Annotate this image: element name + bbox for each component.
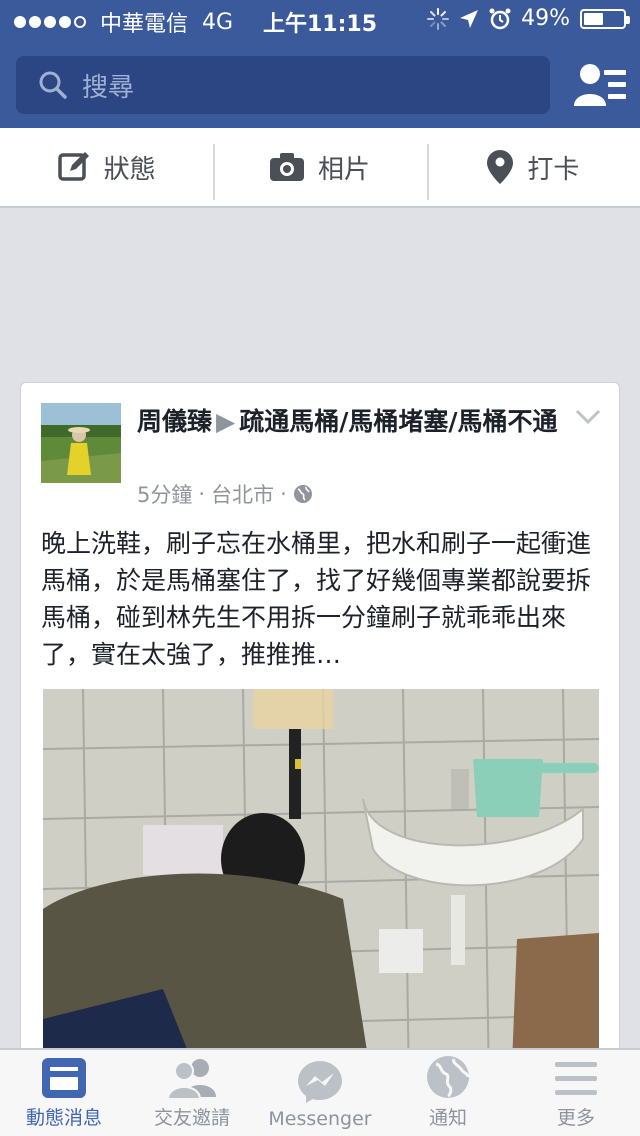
photo-button[interactable]: 相片 <box>213 128 426 206</box>
alarm-icon <box>489 8 511 29</box>
post-location[interactable]: 台北市 <box>211 479 274 509</box>
tab-label: 更多 <box>556 1107 595 1129</box>
composer-actions: 狀態 相片 打卡 <box>0 128 640 208</box>
friend-requests-icon <box>166 1059 216 1099</box>
tab-label: 通知 <box>428 1107 467 1129</box>
search-input[interactable]: 搜尋 <box>16 56 550 114</box>
shared-to-arrow-icon: ▶ <box>216 407 236 436</box>
tab-bar: 動態消息 交友邀請 Messenger 通知 更多 <box>0 1048 640 1136</box>
check-in-button[interactable]: 打卡 <box>426 128 640 206</box>
tab-label: 動態消息 <box>25 1107 102 1129</box>
target-page-name[interactable]: 疏通馬桶/馬桶堵塞/馬桶不通 <box>239 407 557 436</box>
status-bar: 中華電信 4G 上午11:15 49% <box>0 0 640 40</box>
compose-icon <box>57 152 89 181</box>
tab-notifications[interactable]: 通知 <box>384 1050 512 1136</box>
location-pin-icon <box>487 150 514 184</box>
tab-friend-requests[interactable]: 交友邀請 <box>128 1050 256 1136</box>
globe-icon <box>427 1056 470 1098</box>
battery-icon <box>580 8 630 29</box>
top-header: 中華電信 4G 上午11:15 49% 搜尋 <box>0 0 640 128</box>
friends-list-icon[interactable] <box>574 62 630 110</box>
status-button[interactable]: 狀態 <box>0 128 213 206</box>
tab-label: 交友邀請 <box>153 1107 230 1129</box>
avatar[interactable] <box>41 403 121 483</box>
chevron-down-icon[interactable] <box>575 409 601 425</box>
post-header: 周儀臻 ▶ 疏通馬桶/馬桶堵塞/馬桶不通 <box>137 403 567 441</box>
status-label: 狀態 <box>103 154 156 185</box>
photo-label: 相片 <box>317 154 370 185</box>
post-time[interactable]: 5分鐘 <box>137 479 192 509</box>
news-feed-icon <box>42 1058 86 1098</box>
camera-icon <box>269 153 304 181</box>
menu-icon <box>555 1062 597 1095</box>
globe-icon <box>293 485 312 503</box>
news-feed-post: 周儀臻 ▶ 疏通馬桶/馬桶堵塞/馬桶不通 5分鐘 · 台北市 · 晚上洗鞋，刷子忘在… <box>20 382 620 1082</box>
check-in-label: 打卡 <box>527 154 580 185</box>
author-name[interactable]: 周儀臻 <box>137 407 212 436</box>
post-body: 晚上洗鞋，刷子忘在水桶里，把水和刷子一起衝進馬桶，於是馬桶塞住了，找了好幾個專業… <box>41 529 592 669</box>
messenger-icon <box>298 1061 342 1103</box>
battery-percent: 49% <box>521 6 570 31</box>
tab-news-feed[interactable]: 動態消息 <box>0 1050 128 1136</box>
post-meta: 5分鐘 · 台北市 · <box>137 479 313 509</box>
search-icon <box>39 71 67 99</box>
loading-spinner-icon <box>427 7 450 30</box>
tab-label: Messenger <box>268 1108 372 1130</box>
location-arrow-icon <box>460 9 479 28</box>
tab-messenger[interactable]: Messenger <box>256 1050 384 1136</box>
search-placeholder: 搜尋 <box>82 72 135 103</box>
separator-dot: · <box>198 482 206 506</box>
post-photo[interactable] <box>43 689 599 1082</box>
separator-dot: · <box>280 482 287 506</box>
tab-more[interactable]: 更多 <box>512 1050 640 1136</box>
